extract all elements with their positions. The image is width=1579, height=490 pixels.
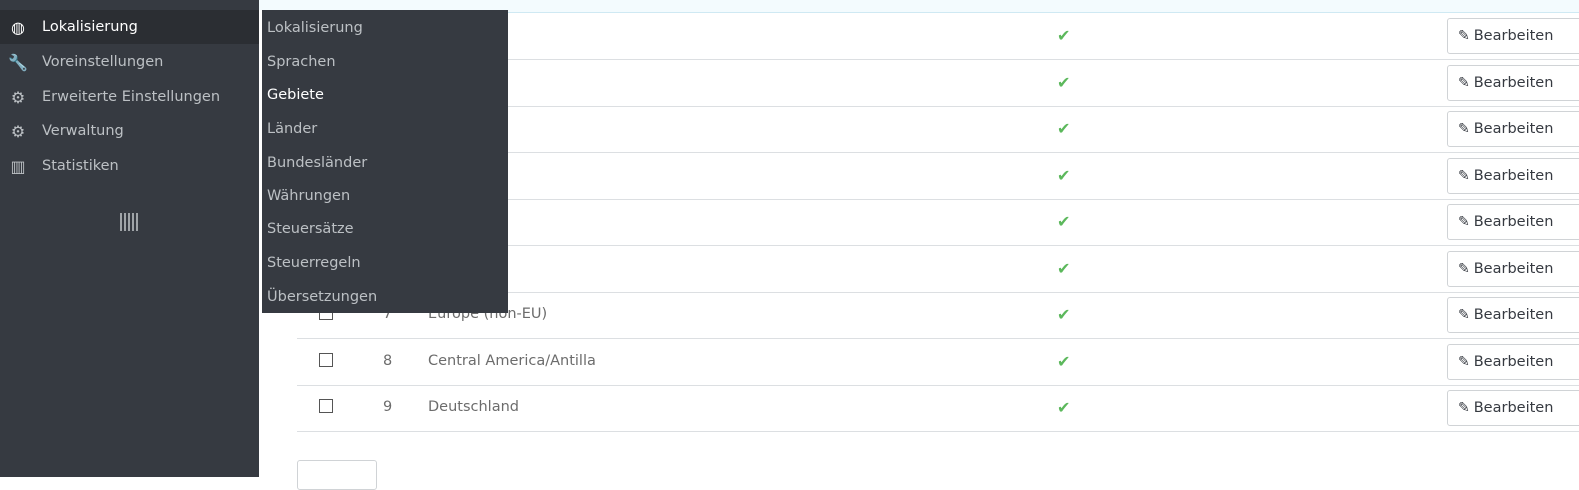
check-icon[interactable]: ✔: [1057, 352, 1070, 371]
submenu-item-gebiete[interactable]: Gebiete: [267, 85, 324, 105]
submenu-item-waehrungen[interactable]: Währungen: [267, 186, 350, 206]
edit-button[interactable]: ✎ Bearbeiten: [1447, 111, 1579, 147]
check-icon[interactable]: ✔: [1057, 166, 1070, 185]
wrench-icon: 🔧: [8, 52, 28, 72]
sidebar-item-label: Voreinstellungen: [42, 54, 164, 70]
edit-button[interactable]: ✎ Bearbeiten: [1447, 297, 1579, 333]
edit-button[interactable]: ✎ Bearbeiten: [1447, 204, 1579, 240]
submenu-item-steuerregeln[interactable]: Steuerregeln: [267, 253, 361, 273]
row-name: Central America/Antilla: [428, 353, 596, 369]
row-id: 8: [383, 353, 393, 369]
edit-button-label: Bearbeiten: [1473, 400, 1554, 416]
pencil-icon: ✎: [1458, 307, 1470, 323]
sidebar-item-erweiterte-einstellungen[interactable]: ⚙ Erweiterte Einstellungen: [0, 80, 259, 114]
sidebar-item-label: Lokalisierung: [42, 19, 138, 35]
row-id: 9: [383, 399, 393, 415]
check-icon[interactable]: ✔: [1057, 259, 1070, 278]
submenu-item-lokalisierung[interactable]: Lokalisierung: [267, 18, 363, 38]
sidebar-collapse-icon[interactable]: [120, 213, 138, 233]
edit-button-label: Bearbeiten: [1473, 75, 1554, 91]
check-icon[interactable]: ✔: [1057, 305, 1070, 324]
edit-button-label: Bearbeiten: [1473, 307, 1554, 323]
row-checkbox[interactable]: [319, 353, 333, 367]
submenu-item-laender[interactable]: Länder: [267, 119, 317, 139]
table-row: 8 Central America/Antilla ✔ ✎ Bearbeiten: [297, 339, 1579, 386]
pencil-icon: ✎: [1458, 28, 1470, 44]
pencil-icon: ✎: [1458, 214, 1470, 230]
edit-button[interactable]: ✎ Bearbeiten: [1447, 344, 1579, 380]
edit-button[interactable]: ✎ Bearbeiten: [1447, 390, 1579, 426]
sidebar-item-voreinstellungen[interactable]: 🔧 Voreinstellungen: [0, 45, 259, 79]
sidebar-item-label: Statistiken: [42, 158, 119, 174]
sidebar: ◍ Lokalisierung 🔧 Voreinstellungen ⚙ Erw…: [0, 0, 259, 477]
check-icon[interactable]: ✔: [1057, 73, 1070, 92]
pencil-icon: ✎: [1458, 75, 1470, 91]
row-name: Deutschland: [428, 399, 519, 415]
submenu-item-uebersetzungen[interactable]: Übersetzungen: [267, 287, 377, 307]
table-row: 9 Deutschland ✔ ✎ Bearbeiten: [297, 385, 1579, 432]
pencil-icon: ✎: [1458, 261, 1470, 277]
row-checkbox[interactable]: [319, 399, 333, 413]
check-icon[interactable]: ✔: [1057, 119, 1070, 138]
pencil-icon: ✎: [1458, 354, 1470, 370]
sidebar-item-lokalisierung[interactable]: ◍ Lokalisierung: [0, 10, 259, 44]
submenu-item-sprachen[interactable]: Sprachen: [267, 52, 336, 72]
edit-button-label: Bearbeiten: [1473, 214, 1554, 230]
sidebar-item-verwaltung[interactable]: ⚙ Verwaltung: [0, 114, 259, 148]
bar-chart-icon: ▥: [10, 156, 26, 176]
check-icon[interactable]: ✔: [1057, 26, 1070, 45]
edit-button[interactable]: ✎ Bearbeiten: [1447, 18, 1579, 54]
check-icon[interactable]: ✔: [1057, 212, 1070, 231]
edit-button-label: Bearbeiten: [1473, 261, 1554, 277]
edit-button-label: Bearbeiten: [1473, 168, 1554, 184]
edit-button[interactable]: ✎ Bearbeiten: [1447, 158, 1579, 194]
globe-icon: ◍: [11, 17, 25, 37]
pencil-icon: ✎: [1458, 400, 1470, 416]
cogs-icon: ⚙: [10, 87, 26, 107]
sidebar-item-label: Verwaltung: [42, 123, 124, 139]
pencil-icon: ✎: [1458, 121, 1470, 137]
sidebar-item-statistiken[interactable]: ▥ Statistiken: [0, 149, 259, 183]
submenu-item-bundeslaender[interactable]: Bundesländer: [267, 153, 367, 173]
edit-button-label: Bearbeiten: [1473, 121, 1554, 137]
edit-button-label: Bearbeiten: [1473, 354, 1554, 370]
bulk-actions-button[interactable]: [297, 460, 377, 490]
check-icon[interactable]: ✔: [1057, 398, 1070, 417]
pencil-icon: ✎: [1458, 168, 1470, 184]
localization-submenu: Lokalisierung Sprachen Gebiete Länder Bu…: [259, 10, 508, 313]
submenu-item-steuersaetze[interactable]: Steuersätze: [267, 219, 354, 239]
edit-button[interactable]: ✎ Bearbeiten: [1447, 251, 1579, 287]
edit-button-label: Bearbeiten: [1473, 28, 1554, 44]
gear-icon: ⚙: [10, 121, 26, 141]
sidebar-item-label: Erweiterte Einstellungen: [42, 89, 221, 105]
edit-button[interactable]: ✎ Bearbeiten: [1447, 65, 1579, 101]
